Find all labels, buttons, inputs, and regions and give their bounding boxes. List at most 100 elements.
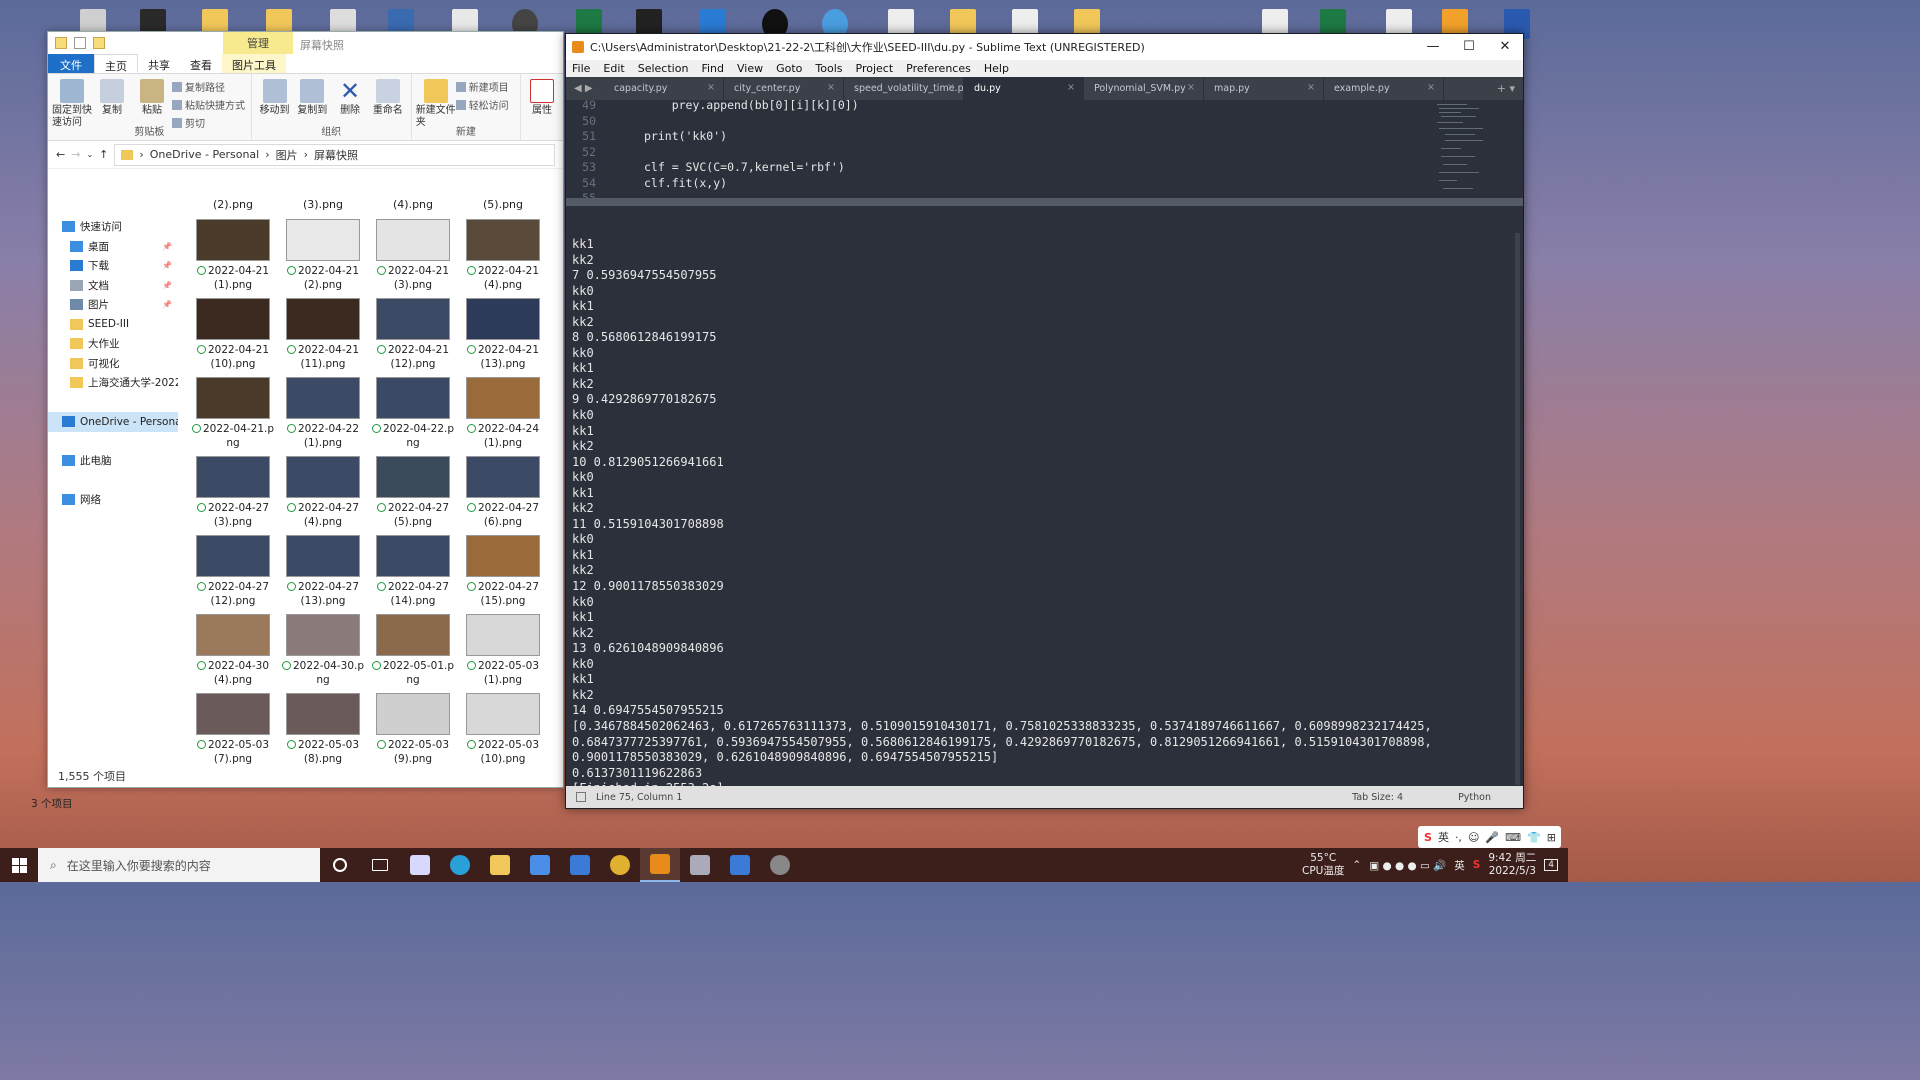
editor-tab[interactable]: capacity.py × (604, 77, 724, 100)
photos-icon[interactable] (720, 848, 760, 882)
file-name-partial[interactable]: (4).png (368, 198, 458, 217)
copy-path-button[interactable]: 复制路径 (172, 79, 245, 94)
menu-project[interactable]: Project (856, 62, 894, 75)
new-item-button[interactable]: 新建项目 (455, 79, 509, 94)
file-tile[interactable]: 2022-05-03 (7).png (188, 691, 278, 765)
nav-item[interactable]: 上海交通大学-2022 (48, 373, 178, 393)
chrome-icon[interactable] (600, 848, 640, 882)
task-view-icon[interactable] (360, 848, 400, 882)
app-icon[interactable] (400, 848, 440, 882)
nav-item[interactable]: 快速访问 (48, 217, 178, 237)
app-icon[interactable] (680, 848, 720, 882)
notification-icon[interactable]: 4 (1544, 859, 1558, 871)
file-tile[interactable]: 2022-04-21 (10).png (188, 296, 278, 375)
new-folder-quick-icon[interactable] (93, 37, 105, 49)
file-tile[interactable]: 2022-04-21 (13).png (458, 296, 548, 375)
tab-share[interactable]: 共享 (138, 54, 180, 73)
close-icon[interactable]: × (707, 82, 715, 93)
file-name-partial[interactable]: (5).png (458, 198, 548, 217)
file-tile[interactable]: 2022-04-27 (6).png (458, 454, 548, 533)
nav-item[interactable]: OneDrive - Personal (48, 412, 178, 432)
start-button[interactable] (0, 848, 38, 882)
editor-tab[interactable]: speed_volatility_time.py × (844, 77, 964, 100)
file-tile[interactable]: 2022-05-03 (1).png (458, 612, 548, 691)
manage-context-tab[interactable]: 管理 (223, 32, 293, 54)
menu-preferences[interactable]: Preferences (906, 62, 971, 75)
quick-access-toolbar-icon[interactable] (55, 37, 67, 49)
nav-item[interactable]: 可视化 (48, 354, 178, 374)
nav-item[interactable]: 大作业 (48, 334, 178, 354)
punctuation-icon[interactable]: ·, (1455, 831, 1462, 844)
file-tile[interactable]: 2022-04-30 (4).png (188, 612, 278, 691)
minimap[interactable] (1435, 100, 1505, 198)
close-icon[interactable]: ✕ (1487, 34, 1523, 60)
file-tile[interactable]: 2022-05-01.png (368, 612, 458, 691)
code-editor[interactable]: 49 prey.append(bb[0][i][k][0]) 50 51 print(… (566, 100, 1523, 198)
file-name-partial[interactable]: (2).png (188, 198, 278, 217)
file-tile[interactable]: 2022-05-03 (9).png (368, 691, 458, 765)
file-tile[interactable]: 2022-04-21 (1).png (188, 217, 278, 296)
editor-tab[interactable]: Polynomial_SVM.py × (1084, 77, 1204, 100)
store-icon[interactable] (520, 848, 560, 882)
pin-icon[interactable]: 📌 (162, 300, 172, 309)
tab-scroll-arrows[interactable]: ◀ ▶ (566, 77, 604, 100)
maximize-icon[interactable]: ☐ (1451, 34, 1487, 60)
sogou-tray-icon[interactable]: S (1473, 859, 1481, 871)
close-icon[interactable]: × (947, 82, 955, 93)
edge-icon[interactable] (440, 848, 480, 882)
pin-icon[interactable]: 📌 (162, 261, 172, 270)
editor-tab[interactable]: map.py × (1204, 77, 1324, 100)
sublime-taskbar-icon[interactable] (640, 848, 680, 882)
editor-tab[interactable]: city_center.py × (724, 77, 844, 100)
pin-icon[interactable]: 📌 (162, 281, 172, 290)
menu-view[interactable]: View (737, 62, 763, 75)
file-tile[interactable]: 2022-04-21 (4).png (458, 217, 548, 296)
chevron-up-icon[interactable]: ⌃ (1352, 859, 1361, 871)
close-icon[interactable]: × (1307, 82, 1315, 93)
tab-view[interactable]: 查看 (180, 54, 222, 73)
panel-splitter[interactable] (566, 198, 1523, 206)
file-tile[interactable]: 2022-04-21 (11).png (278, 296, 368, 375)
pin-icon[interactable]: 📌 (162, 242, 172, 251)
chevron-down-icon[interactable]: ⌄ (86, 150, 93, 159)
file-tile[interactable]: 2022-04-27 (13).png (278, 533, 368, 612)
menu-edit[interactable]: Edit (603, 62, 624, 75)
up-arrow-icon[interactable]: ↑ (99, 148, 108, 161)
file-tile[interactable]: 2022-04-24 (1).png (458, 375, 548, 454)
editor-tab[interactable]: example.py × (1324, 77, 1444, 100)
clock[interactable]: 9:42 周二 2022/5/3 (1488, 852, 1536, 878)
nav-item[interactable]: 下载 📌 (48, 256, 178, 276)
nav-item[interactable]: 此电脑 (48, 451, 178, 471)
file-tile[interactable]: 2022-04-22.png (368, 375, 458, 454)
nav-item[interactable]: SEED-III (48, 315, 178, 335)
output-scrollbar[interactable] (1515, 233, 1520, 785)
file-tile[interactable]: 2022-05-03 (8).png (278, 691, 368, 765)
minimize-icon[interactable]: — (1415, 34, 1451, 60)
nav-item[interactable]: 图片 📌 (48, 295, 178, 315)
file-name-partial[interactable]: (3).png (278, 198, 368, 217)
toolbox-icon[interactable]: ⊞ (1547, 831, 1556, 844)
easy-access-button[interactable]: 轻松访问 (455, 97, 509, 112)
paste-shortcut-button[interactable]: 粘贴快捷方式 (172, 97, 245, 112)
properties-button[interactable]: 属性 (525, 76, 559, 139)
file-tile[interactable]: 2022-04-27 (14).png (368, 533, 458, 612)
properties-quick-icon[interactable] (74, 37, 86, 49)
back-arrow-icon[interactable]: ← (56, 148, 65, 161)
menu-help[interactable]: Help (984, 62, 1009, 75)
close-icon[interactable]: × (1067, 82, 1075, 93)
taskbar-search[interactable]: ⌕ 在这里输入你要搜索的内容 (38, 848, 320, 882)
microphone-icon[interactable]: 🎤 (1485, 831, 1499, 844)
close-icon[interactable]: × (1187, 82, 1195, 93)
menu-find[interactable]: Find (701, 62, 724, 75)
menu-tools[interactable]: Tools (815, 62, 842, 75)
file-tile[interactable]: 2022-04-21.png (188, 375, 278, 454)
syntax-mode[interactable]: Python (1458, 792, 1491, 803)
breadcrumb-pictures[interactable]: 图片 (276, 147, 298, 163)
file-tile[interactable]: 2022-04-27 (3).png (188, 454, 278, 533)
file-tile[interactable]: 2022-05-03 (10).png (458, 691, 548, 765)
ime-toolbar[interactable]: S 英 ·, ☺ 🎤 ⌨ 👕 ⊞ (1418, 826, 1561, 848)
forward-arrow-icon[interactable]: → (71, 148, 80, 161)
file-tile[interactable]: 2022-04-27 (4).png (278, 454, 368, 533)
tab-file[interactable]: 文件 (48, 54, 94, 73)
tab-picture-tools[interactable]: 图片工具 (222, 54, 286, 73)
